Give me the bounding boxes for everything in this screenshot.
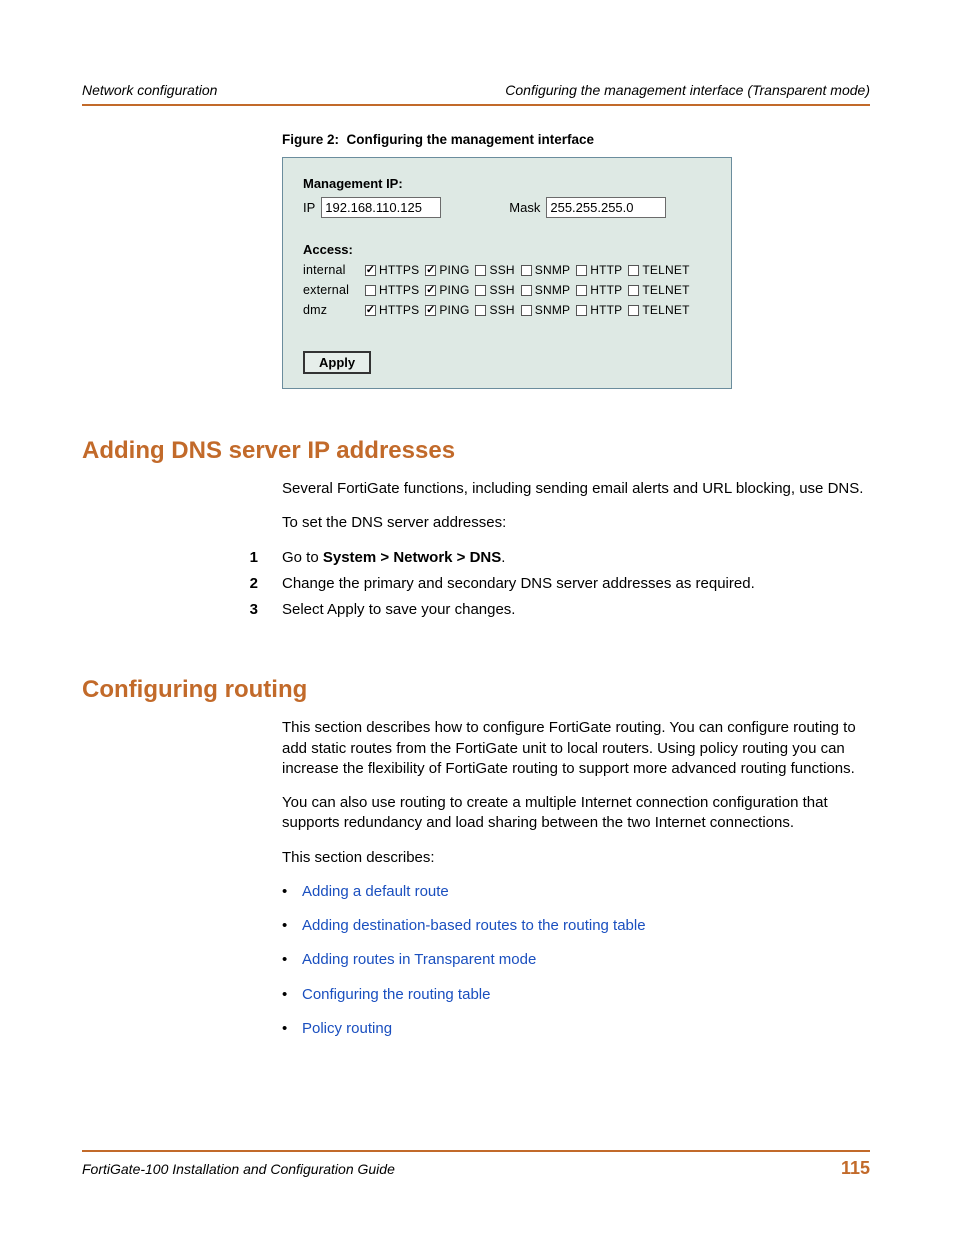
proto-label: HTTPS xyxy=(379,263,419,277)
proto-label: PING xyxy=(439,283,469,297)
access-row-dmz: dmz HTTPS PING SSH SNMP HTTP TELNET xyxy=(303,303,711,317)
bullet-row: •Configuring the routing table xyxy=(282,985,870,1005)
bullet-icon: • xyxy=(282,950,302,970)
iface-label: external xyxy=(303,283,359,297)
proto-label: HTTP xyxy=(590,283,622,297)
proto-label: SNMP xyxy=(535,283,570,297)
checkbox-dmz-telnet[interactable] xyxy=(628,305,639,316)
checkbox-external-ssh[interactable] xyxy=(475,285,486,296)
bullet-row: •Policy routing xyxy=(282,1019,870,1039)
bullet-row: •Adding a default route xyxy=(282,882,870,902)
page-number: 115 xyxy=(841,1158,870,1179)
checkbox-dmz-ssh[interactable] xyxy=(475,305,486,316)
figure-management-interface: Management IP: IP Mask Access: internal H… xyxy=(282,157,732,389)
proto-label: SNMP xyxy=(535,263,570,277)
step-number: 2 xyxy=(236,574,258,594)
checkbox-dmz-ping[interactable] xyxy=(425,305,436,316)
dns-lead: To set the DNS server addresses: xyxy=(282,513,870,533)
step-row: 1Go to System > Network > DNS. xyxy=(282,548,870,568)
bullet-row: •Adding routes in Transparent mode xyxy=(282,950,870,970)
figure-caption: Figure 2: Configuring the management int… xyxy=(282,132,870,147)
routing-p2: You can also use routing to create a mul… xyxy=(282,793,870,834)
step-text: Go to System > Network > DNS. xyxy=(282,548,505,568)
xref-link[interactable]: Configuring the routing table xyxy=(302,985,490,1005)
mask-label: Mask xyxy=(509,200,540,215)
proto-label: TELNET xyxy=(642,283,689,297)
step-text: Change the primary and secondary DNS ser… xyxy=(282,574,755,594)
bullet-row: •Adding destination-based routes to the … xyxy=(282,916,870,936)
xref-link[interactable]: Adding a default route xyxy=(302,882,449,902)
proto-label: PING xyxy=(439,303,469,317)
proto-label: SSH xyxy=(489,263,514,277)
access-row-external: external HTTPS PING SSH SNMP HTTP TELNET xyxy=(303,283,711,297)
label-management-ip: Management IP: xyxy=(303,176,711,191)
bullet-icon: • xyxy=(282,916,302,936)
step-number: 1 xyxy=(236,548,258,568)
checkbox-internal-https[interactable] xyxy=(365,265,376,276)
heading-dns: Adding DNS server IP addresses xyxy=(82,437,870,465)
footer-title: FortiGate-100 Installation and Configura… xyxy=(82,1161,395,1177)
header-right: Configuring the management interface (Tr… xyxy=(505,82,870,98)
checkbox-external-https[interactable] xyxy=(365,285,376,296)
iface-label: dmz xyxy=(303,303,359,317)
checkbox-internal-ssh[interactable] xyxy=(475,265,486,276)
label-access: Access: xyxy=(303,242,711,257)
step-row: 3Select Apply to save your changes. xyxy=(282,600,870,620)
proto-label: PING xyxy=(439,263,469,277)
proto-label: TELNET xyxy=(642,303,689,317)
checkbox-dmz-https[interactable] xyxy=(365,305,376,316)
routing-p3: This section describes: xyxy=(282,848,870,868)
bullet-icon: • xyxy=(282,1019,302,1039)
proto-label: HTTPS xyxy=(379,283,419,297)
routing-p1: This section describes how to configure … xyxy=(282,718,870,779)
checkbox-internal-snmp[interactable] xyxy=(521,265,532,276)
mask-input[interactable] xyxy=(546,197,666,218)
bullet-icon: • xyxy=(282,882,302,902)
checkbox-external-http[interactable] xyxy=(576,285,587,296)
footer: FortiGate-100 Installation and Configura… xyxy=(82,1150,870,1179)
header-left: Network configuration xyxy=(82,82,217,98)
proto-label: SNMP xyxy=(535,303,570,317)
proto-label: TELNET xyxy=(642,263,689,277)
checkbox-internal-http[interactable] xyxy=(576,265,587,276)
dns-intro: Several FortiGate functions, including s… xyxy=(282,479,870,499)
iface-label: internal xyxy=(303,263,359,277)
proto-label: SSH xyxy=(489,283,514,297)
checkbox-external-ping[interactable] xyxy=(425,285,436,296)
checkbox-external-snmp[interactable] xyxy=(521,285,532,296)
bullet-icon: • xyxy=(282,985,302,1005)
checkbox-dmz-http[interactable] xyxy=(576,305,587,316)
checkbox-external-telnet[interactable] xyxy=(628,285,639,296)
access-row-internal: internal HTTPS PING SSH SNMP HTTP TELNET xyxy=(303,263,711,277)
proto-label: SSH xyxy=(489,303,514,317)
step-text: Select Apply to save your changes. xyxy=(282,600,515,620)
proto-label: HTTP xyxy=(590,263,622,277)
proto-label: HTTP xyxy=(590,303,622,317)
xref-link[interactable]: Adding destination-based routes to the r… xyxy=(302,916,646,936)
xref-link[interactable]: Adding routes in Transparent mode xyxy=(302,950,536,970)
heading-routing: Configuring routing xyxy=(82,676,870,704)
checkbox-dmz-snmp[interactable] xyxy=(521,305,532,316)
ip-input[interactable] xyxy=(321,197,441,218)
ip-label: IP xyxy=(303,200,315,215)
running-header: Network configuration Configuring the ma… xyxy=(82,82,870,106)
step-row: 2Change the primary and secondary DNS se… xyxy=(282,574,870,594)
access-grid: internalHTTPSPINGSSHSNMPHTTPTELNETextern… xyxy=(303,263,711,317)
xref-link[interactable]: Policy routing xyxy=(302,1019,392,1039)
proto-label: HTTPS xyxy=(379,303,419,317)
apply-button[interactable]: Apply xyxy=(303,351,371,374)
checkbox-internal-telnet[interactable] xyxy=(628,265,639,276)
checkbox-internal-ping[interactable] xyxy=(425,265,436,276)
step-number: 3 xyxy=(236,600,258,620)
